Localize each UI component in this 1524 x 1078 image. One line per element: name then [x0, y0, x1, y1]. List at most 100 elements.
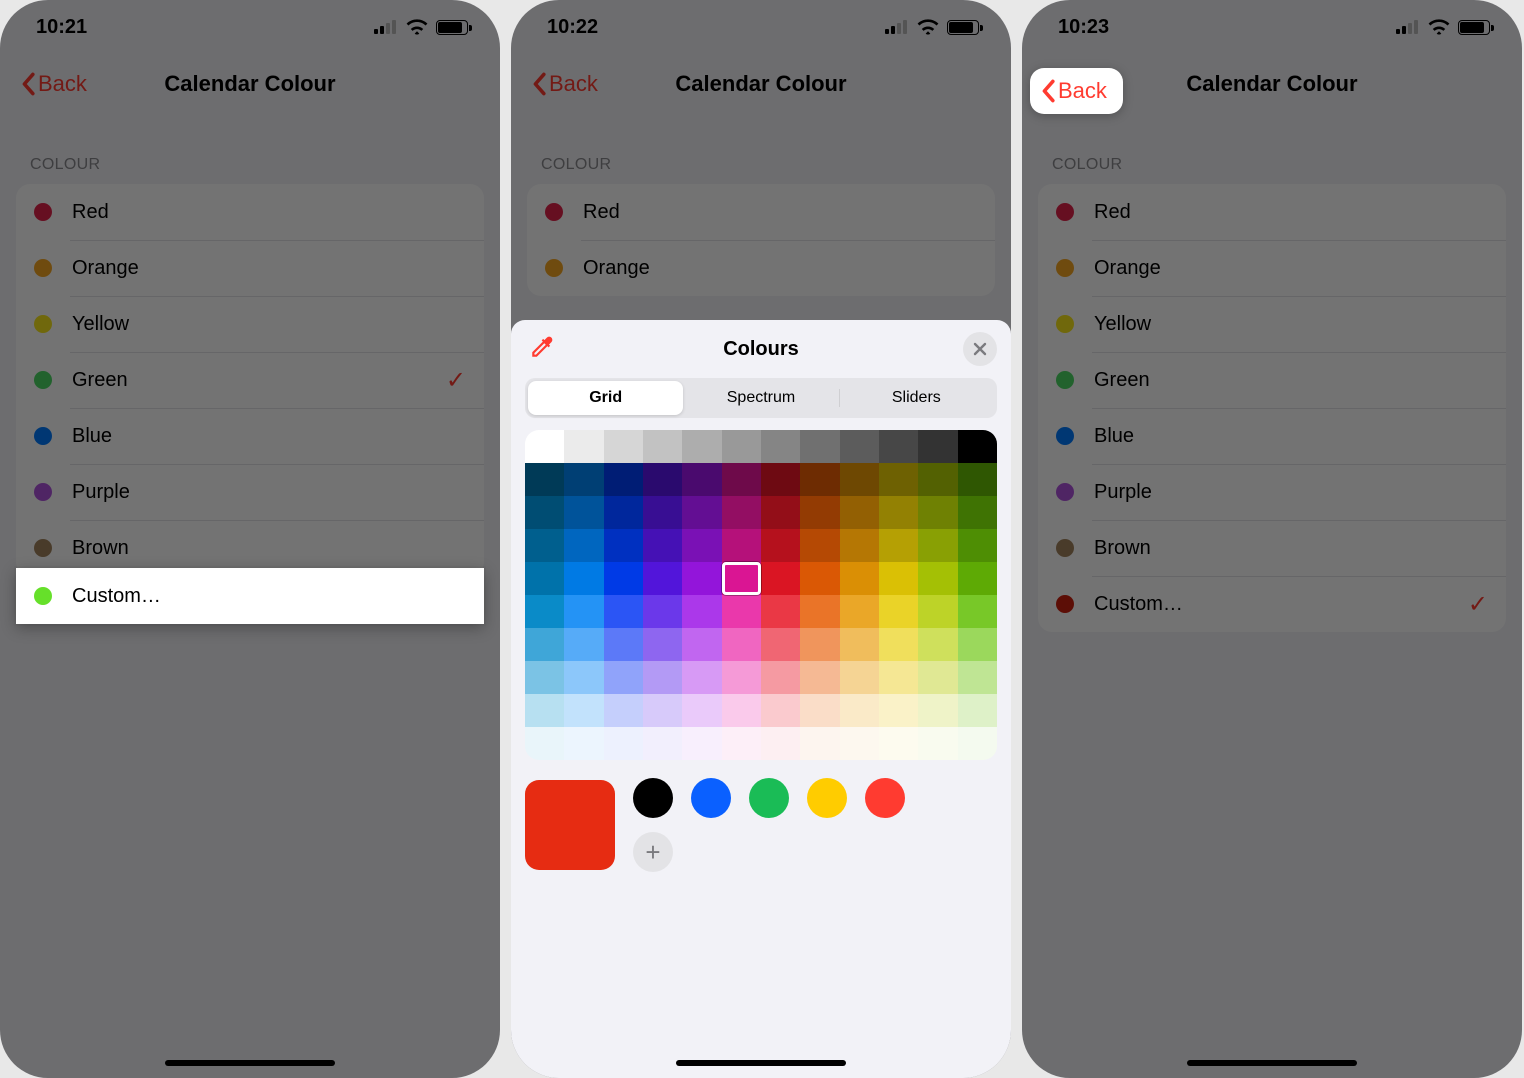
grid-cell[interactable] [722, 463, 761, 496]
grid-cell[interactable] [643, 430, 682, 463]
colour-row[interactable]: Orange [16, 240, 484, 296]
grid-cell[interactable] [958, 562, 997, 595]
grid-cell[interactable] [525, 628, 564, 661]
grid-cell[interactable] [682, 562, 721, 595]
grid-cell[interactable] [682, 727, 721, 760]
grid-cell[interactable] [800, 463, 839, 496]
grid-cell[interactable] [958, 595, 997, 628]
grid-cell[interactable] [525, 496, 564, 529]
grid-cell[interactable] [643, 496, 682, 529]
grid-cell[interactable] [564, 628, 603, 661]
grid-cell[interactable] [879, 628, 918, 661]
grid-cell[interactable] [643, 529, 682, 562]
grid-cell[interactable] [958, 661, 997, 694]
grid-cell[interactable] [564, 595, 603, 628]
colour-row[interactable]: Purple [1038, 464, 1506, 520]
grid-cell[interactable] [958, 463, 997, 496]
grid-cell[interactable] [918, 661, 957, 694]
grid-cell[interactable] [525, 529, 564, 562]
grid-cell[interactable] [604, 661, 643, 694]
grid-cell[interactable] [604, 628, 643, 661]
colour-row[interactable]: Purple [16, 464, 484, 520]
colour-row[interactable]: Yellow [16, 296, 484, 352]
grid-cell[interactable] [840, 595, 879, 628]
grid-cell[interactable] [564, 661, 603, 694]
grid-cell[interactable] [879, 463, 918, 496]
picker-tab-sliders[interactable]: Sliders [839, 381, 994, 415]
grid-cell[interactable] [604, 562, 643, 595]
grid-cell[interactable] [682, 661, 721, 694]
preset-colour[interactable] [749, 778, 789, 818]
colour-row[interactable]: Orange [1038, 240, 1506, 296]
grid-cell[interactable] [643, 562, 682, 595]
picker-tab-grid[interactable]: Grid [528, 381, 683, 415]
grid-cell[interactable] [840, 562, 879, 595]
grid-cell[interactable] [564, 727, 603, 760]
grid-cell[interactable] [761, 595, 800, 628]
grid-cell[interactable] [722, 628, 761, 661]
preset-colour[interactable] [865, 778, 905, 818]
grid-cell[interactable] [682, 430, 721, 463]
grid-cell[interactable] [879, 430, 918, 463]
grid-cell[interactable] [918, 430, 957, 463]
grid-cell[interactable] [918, 727, 957, 760]
grid-cell[interactable] [564, 496, 603, 529]
colour-row[interactable]: Green✓ [16, 352, 484, 408]
grid-cell[interactable] [564, 430, 603, 463]
grid-cell[interactable] [564, 529, 603, 562]
grid-cell[interactable] [918, 628, 957, 661]
back-button[interactable]: Back [521, 54, 608, 114]
grid-cell[interactable] [722, 496, 761, 529]
grid-cell[interactable] [761, 430, 800, 463]
grid-cell[interactable] [722, 430, 761, 463]
grid-cell[interactable] [761, 727, 800, 760]
grid-cell[interactable] [761, 661, 800, 694]
grid-cell[interactable] [918, 496, 957, 529]
grid-cell[interactable] [879, 727, 918, 760]
colour-row[interactable]: Red [16, 184, 484, 240]
grid-cell[interactable] [761, 628, 800, 661]
grid-cell[interactable] [525, 562, 564, 595]
grid-cell[interactable] [840, 529, 879, 562]
grid-cell[interactable] [840, 430, 879, 463]
grid-cell[interactable] [800, 562, 839, 595]
grid-cell[interactable] [761, 496, 800, 529]
grid-cell[interactable] [958, 496, 997, 529]
grid-cell[interactable] [800, 727, 839, 760]
grid-cell[interactable] [800, 694, 839, 727]
grid-cell[interactable] [682, 694, 721, 727]
grid-cell[interactable] [958, 628, 997, 661]
colour-grid[interactable] [525, 430, 997, 760]
colour-row[interactable]: Green [1038, 352, 1506, 408]
grid-cell[interactable] [643, 727, 682, 760]
preset-colour[interactable] [807, 778, 847, 818]
home-indicator[interactable] [676, 1060, 846, 1066]
grid-cell[interactable] [643, 661, 682, 694]
grid-cell[interactable] [800, 430, 839, 463]
grid-cell[interactable] [525, 661, 564, 694]
grid-cell[interactable] [525, 430, 564, 463]
grid-cell[interactable] [604, 529, 643, 562]
home-indicator[interactable] [1187, 1060, 1357, 1066]
grid-cell[interactable] [761, 694, 800, 727]
grid-cell[interactable] [564, 463, 603, 496]
grid-cell[interactable] [918, 595, 957, 628]
grid-cell[interactable] [722, 694, 761, 727]
preset-colour[interactable] [691, 778, 731, 818]
grid-cell[interactable] [722, 529, 761, 562]
grid-cell[interactable] [564, 694, 603, 727]
preset-colour[interactable] [633, 778, 673, 818]
colour-row[interactable]: Blue [1038, 408, 1506, 464]
grid-cell[interactable] [525, 463, 564, 496]
grid-cell[interactable] [879, 529, 918, 562]
grid-cell[interactable] [643, 628, 682, 661]
home-indicator[interactable] [165, 1060, 335, 1066]
grid-cell[interactable] [800, 496, 839, 529]
colour-row[interactable]: Red [1038, 184, 1506, 240]
grid-cell[interactable] [604, 727, 643, 760]
colour-row[interactable]: Brown [1038, 520, 1506, 576]
grid-cell[interactable] [958, 694, 997, 727]
grid-cell[interactable] [525, 727, 564, 760]
grid-cell[interactable] [564, 562, 603, 595]
grid-cell[interactable] [800, 628, 839, 661]
